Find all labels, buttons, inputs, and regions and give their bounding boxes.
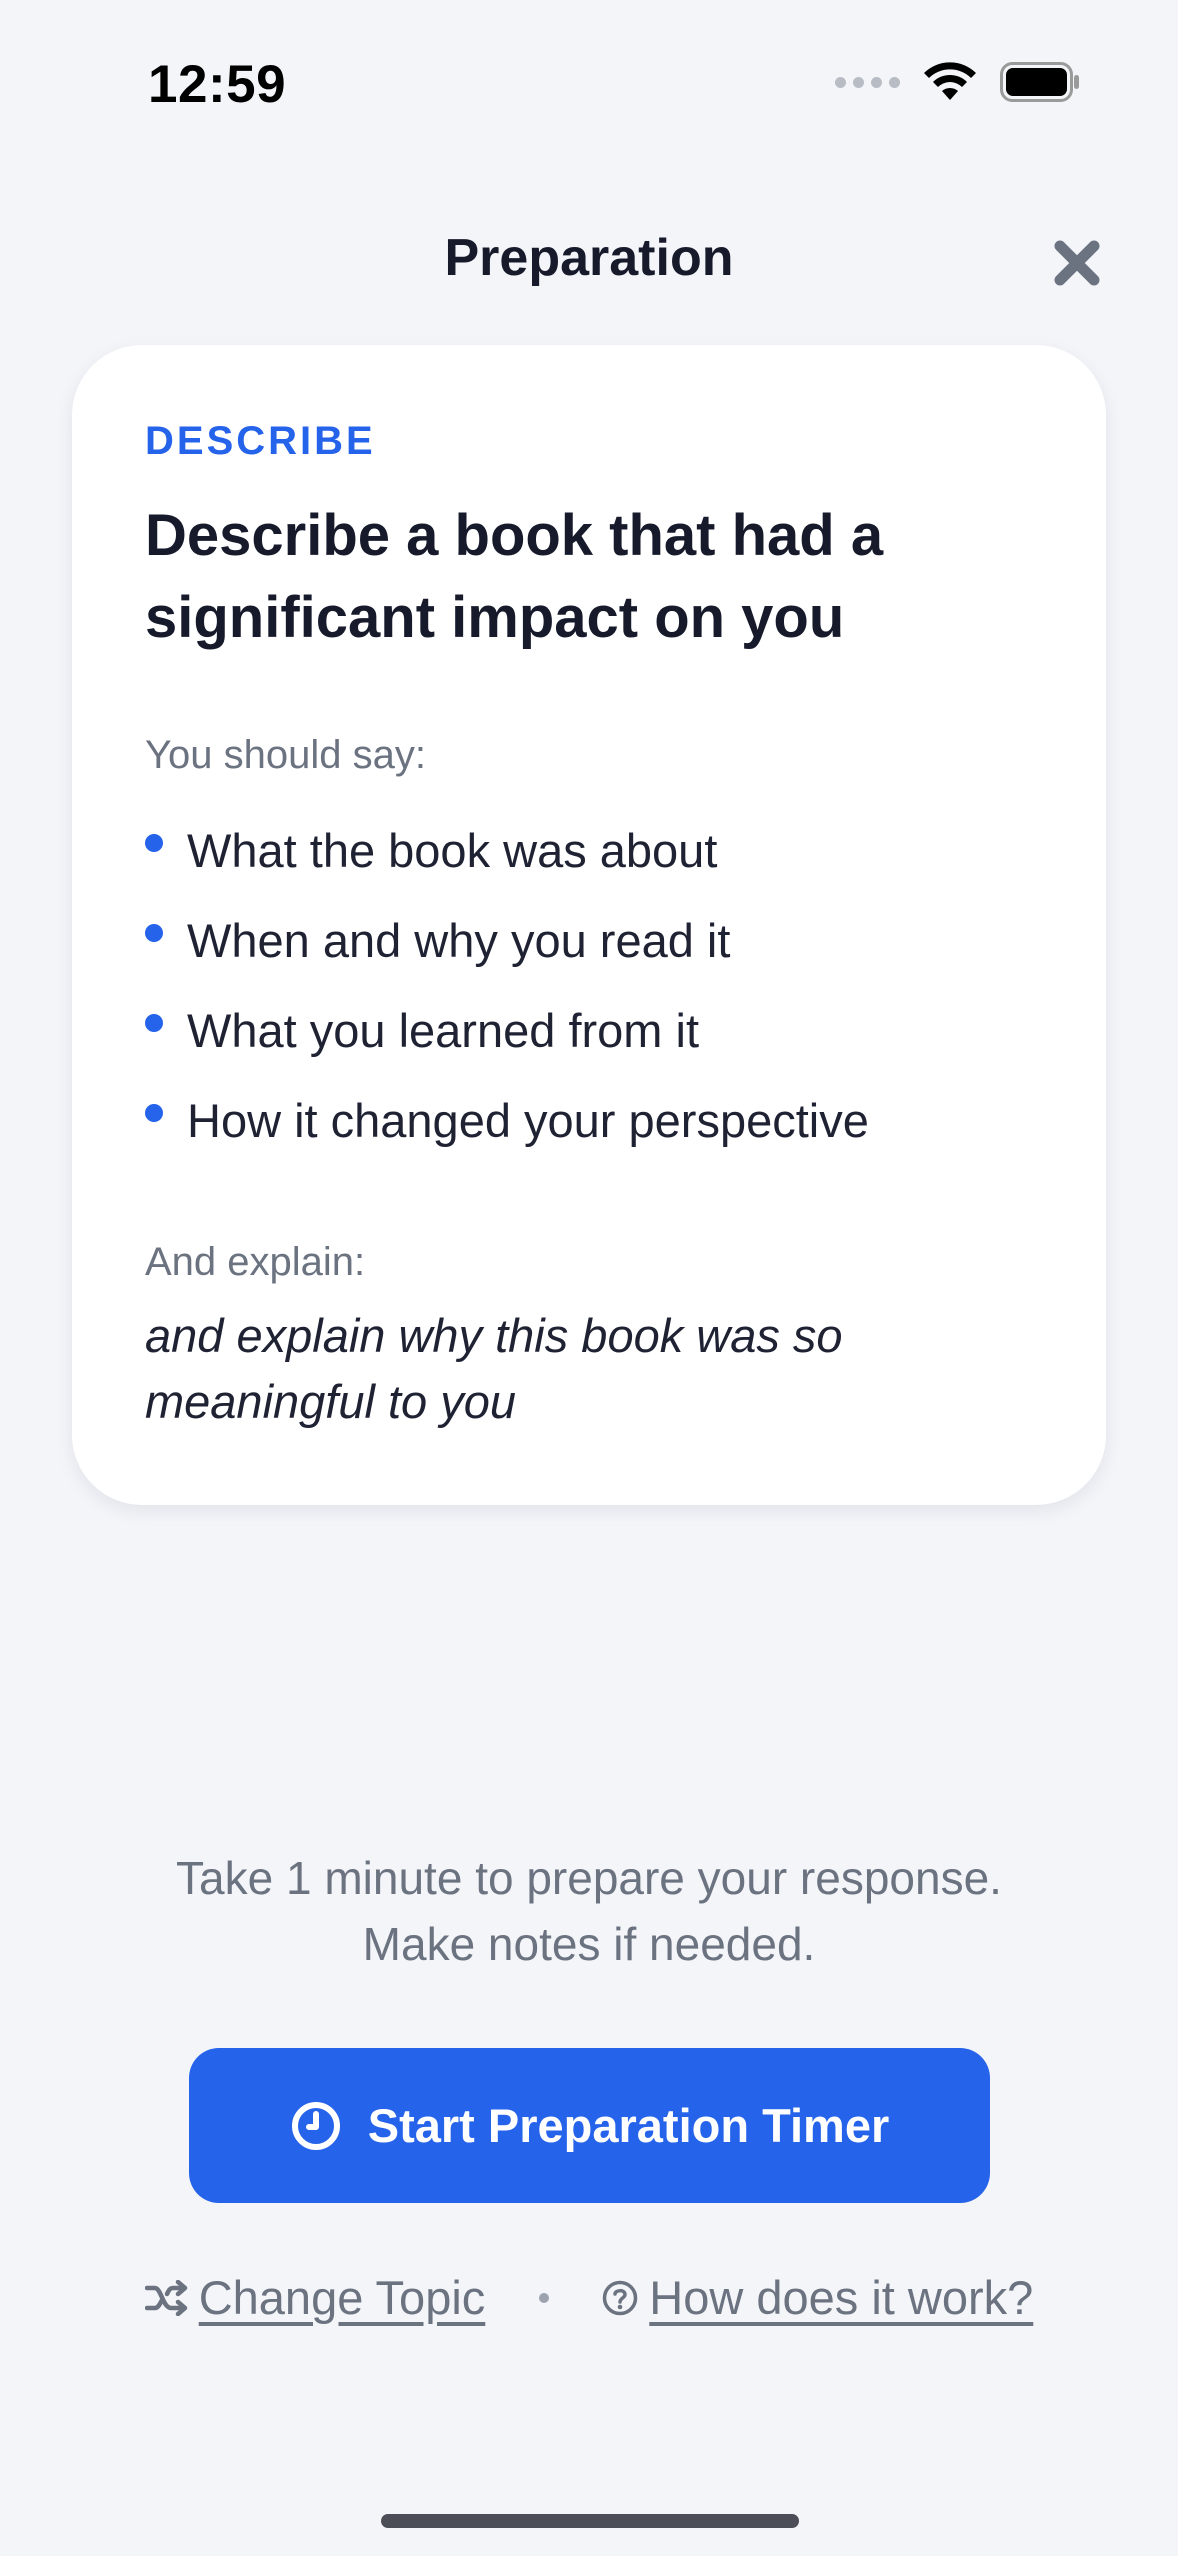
talking-points-list: What the book was about When and why you… [145,805,869,1165]
battery-icon [1000,62,1079,102]
instructions-line-2: Make notes if needed. [362,1918,816,1970]
topic-question: Describe a book that had a significant i… [145,503,884,650]
home-indicator[interactable] [381,2514,799,2528]
link-separator [539,2292,550,2303]
status-indicators [835,62,1080,102]
list-item: When and why you read it [145,895,869,985]
list-item: What you learned from it [145,985,869,1075]
should-say-label: You should say: [145,733,426,777]
bullet-icon [145,924,163,942]
start-button-label: Start Preparation Timer [367,2099,890,2152]
list-item: How it changed your perspective [145,1075,869,1165]
list-item: What the book was about [145,805,869,895]
start-preparation-timer-button[interactable]: Start Preparation Timer [189,2048,990,2203]
close-x-icon [1054,240,1100,286]
secondary-links: Change Topic How does it work? [0,2270,1178,2325]
question-circle-icon [603,2280,638,2315]
status-time: 12:59 [148,55,287,114]
topic-category: DESCRIBE [145,419,376,463]
preparation-instructions: Take 1 minute to prepare your response. … [0,1845,1178,1977]
page-title: Preparation [444,229,734,287]
bullet-icon [145,1014,163,1032]
wifi-icon [924,62,976,100]
shuffle-icon [144,2279,187,2316]
how-does-it-work-link[interactable]: How does it work? [601,2270,1033,2325]
cellular-signal-icon [835,76,900,88]
preparation-screen: 12:59 Preparation DESCRIBE Describe a bo… [0,0,1178,2556]
bullet-icon [145,1104,163,1122]
explain-label: And explain: [145,1240,366,1284]
instructions-line-1: Take 1 minute to prepare your response. [176,1852,1002,1904]
how-does-it-work-label: How does it work? [649,2271,1034,2324]
close-button[interactable] [1046,232,1108,294]
change-topic-label: Change Topic [198,2271,486,2324]
clock-icon [291,2101,340,2150]
bullet-icon [145,834,163,852]
topic-card: DESCRIBE Describe a book that had a sign… [72,345,1106,1505]
explain-text: and explain why this book was so meaning… [145,1309,843,1428]
change-topic-link[interactable]: Change Topic [144,2270,486,2325]
